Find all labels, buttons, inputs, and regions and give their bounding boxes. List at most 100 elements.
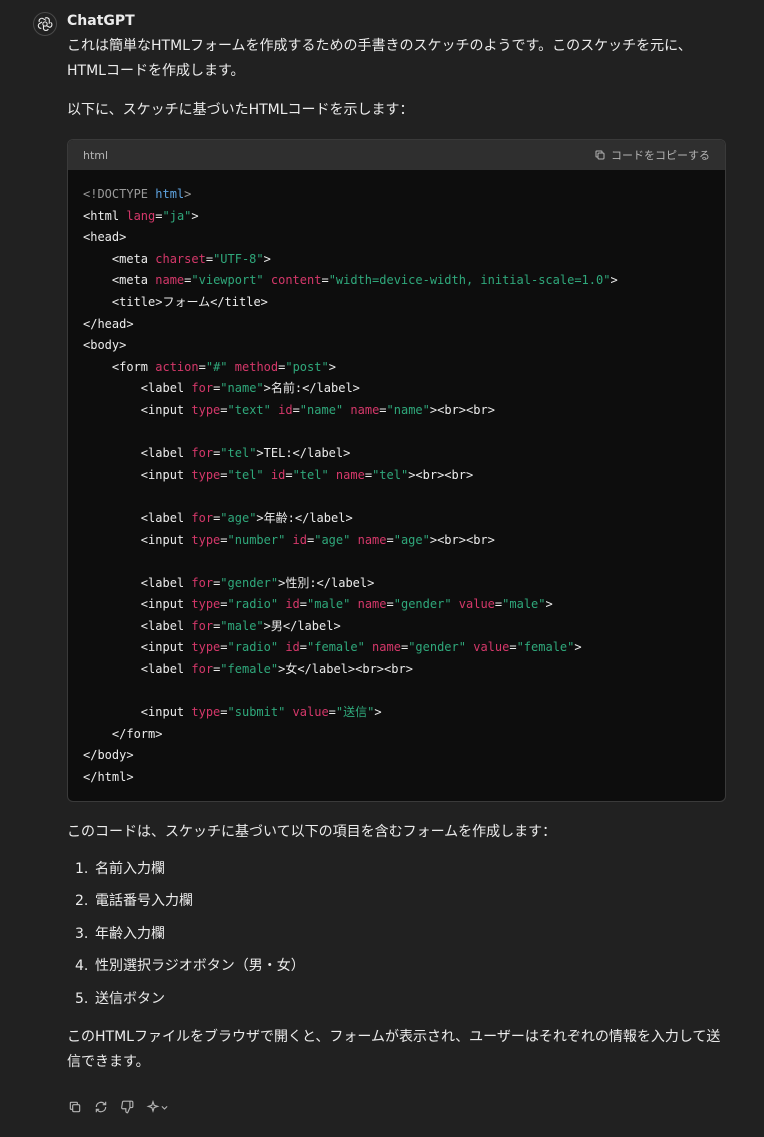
openai-logo-icon <box>37 17 53 31</box>
code-line: <head> <box>83 230 126 244</box>
code-token: <head> <box>83 230 127 245</box>
code-token: html <box>155 187 185 201</box>
code-token: > <box>263 251 271 266</box>
code-token: = <box>509 640 517 655</box>
code-token: = <box>155 208 163 223</box>
code-token: charset <box>155 251 206 266</box>
code-token: action <box>155 359 199 374</box>
code-token: "text" <box>227 402 271 417</box>
code-token: id <box>270 467 286 482</box>
code-token: "name" <box>386 402 430 417</box>
code-token: for <box>191 510 214 525</box>
code-token: <input <box>83 402 192 417</box>
code-line: <label for="gender">性別:</label> <box>83 575 375 590</box>
code-token: </form> <box>83 726 163 741</box>
code-line: <meta charset="UTF-8"> <box>83 252 271 266</box>
code-line: <label for="male">男</label> <box>83 619 341 633</box>
code-token: name <box>357 597 387 612</box>
copy-message-button[interactable] <box>67 1099 83 1115</box>
code-token: = <box>364 467 373 482</box>
code-token: "name" <box>220 381 264 396</box>
code-token: = <box>379 402 387 417</box>
list-item-number: 2. <box>75 893 89 910</box>
code-line: <!DOCTYPE html> <box>83 187 191 201</box>
thumbs-down-icon <box>121 1100 134 1114</box>
code-token: = <box>386 597 394 612</box>
code-line: <body> <box>83 338 126 352</box>
code-token: "submit" <box>227 705 286 720</box>
code-token: >性別:</label> <box>278 575 375 590</box>
code-token: type <box>191 640 221 655</box>
code-token: "#" <box>205 359 228 374</box>
code-token: <form <box>83 359 156 374</box>
code-token: ><br><br> <box>429 402 495 417</box>
list-item-number: 3. <box>75 925 89 942</box>
code-token: content <box>270 273 322 288</box>
code-token: <label <box>83 618 192 633</box>
code-token: > <box>184 187 192 201</box>
code-token: <input <box>83 467 192 482</box>
assistant-message: ChatGPT これは簡単なHTMLフォームを作成するための手書きのスケッチのよ… <box>0 0 764 1137</box>
list-item-number: 1. <box>75 860 89 877</box>
model-switch-button[interactable] <box>145 1099 169 1115</box>
code-token: <title>フォーム</title> <box>83 294 268 309</box>
list-item-text: 送信ボタン <box>95 990 165 1007</box>
code-token: <meta <box>83 273 156 288</box>
code-token: = <box>220 705 228 720</box>
code-line: <input type="radio" id="male" name="gend… <box>83 597 553 611</box>
code-line: <title>フォーム</title> <box>83 295 268 309</box>
code-line: <label for="age">年齢:</label> <box>83 511 353 525</box>
code-token: = <box>285 467 293 482</box>
code-token: "gender" <box>220 575 279 590</box>
list-item: 3. 年齢入力欄 <box>67 918 727 951</box>
code-line: <label for="female">女</label><br><br> <box>83 662 413 676</box>
list-item-text: 年齢入力欄 <box>95 925 165 942</box>
code-token: ><br><br> <box>408 467 474 482</box>
code-token: name <box>335 467 365 482</box>
regenerate-button[interactable] <box>93 1099 109 1115</box>
copy-code-label: コードをコピーする <box>611 149 710 162</box>
code-token: >年齢:</label> <box>256 510 353 525</box>
code-line: </form> <box>83 726 163 741</box>
chevron-down-icon <box>160 1105 168 1110</box>
code-token: "tel" <box>292 467 329 482</box>
code-token: <html <box>83 208 127 223</box>
code-token: </html> <box>83 770 134 785</box>
code-token: "post" <box>285 359 329 374</box>
code-token: id <box>292 532 307 547</box>
code-token: name <box>372 640 401 655</box>
code-token: > <box>610 273 618 288</box>
code-token: = <box>198 359 206 374</box>
code-block-header: html コードをコピーする <box>68 140 725 170</box>
code-line: <input type="number" id="age" name="age"… <box>83 533 495 547</box>
code-line: <input type="submit" value="送信"> <box>83 705 382 719</box>
code-token: = <box>292 402 300 417</box>
code-token: <meta <box>83 251 156 266</box>
code-token: "male" <box>220 618 264 633</box>
thumbs-down-button[interactable] <box>119 1099 135 1115</box>
code-line: <input type="text" id="name" name="name"… <box>83 403 495 417</box>
code-token: "gender" <box>408 640 466 655</box>
list-item: 5. 送信ボタン <box>67 983 727 1016</box>
code-token: "number" <box>227 532 286 547</box>
code-token: > <box>191 208 199 223</box>
code-token: = <box>220 467 228 482</box>
regenerate-icon <box>95 1101 107 1113</box>
code-token: "female" <box>220 662 279 677</box>
code-token: type <box>191 597 221 612</box>
code-token: <input <box>83 597 192 612</box>
code-token: <!DOCTYPE <box>83 187 156 201</box>
message-actions <box>67 1099 169 1115</box>
code-line: <input type="radio" id="female" name="ge… <box>83 640 582 654</box>
code-token: value <box>473 640 510 655</box>
code-token: <label <box>83 381 192 396</box>
code-token: = <box>299 640 308 655</box>
intro-paragraph-2: 以下に、スケッチに基づいたHTMLコードを示します： <box>67 102 414 118</box>
copy-code-button[interactable]: コードをコピーする <box>594 147 710 163</box>
code-token: type <box>191 532 221 547</box>
